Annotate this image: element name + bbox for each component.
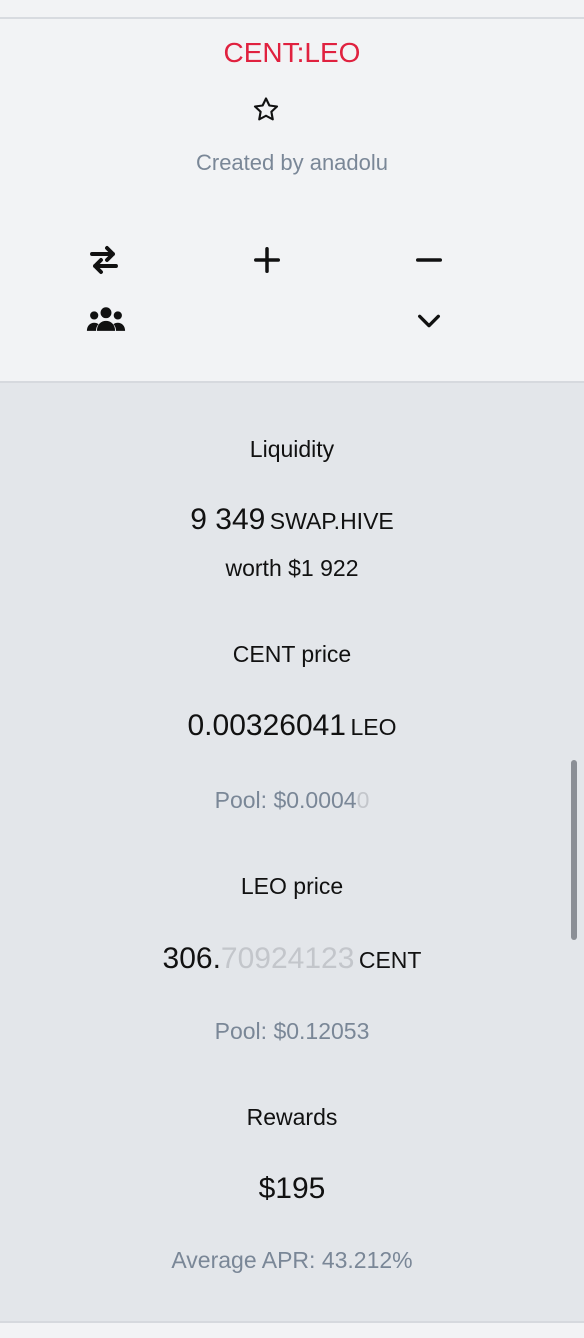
star-icon [253,97,279,121]
cent-price-unit: LEO [350,714,397,740]
cent-price-label: CENT price [232,641,352,667]
liquidity-amount: 9 349 [190,503,266,536]
users-icon [86,307,126,331]
liquidity-providers-button[interactable] [86,300,126,340]
cent-pool-price-text: Pool: $0.0004 [214,787,357,813]
rewards-value: $195 [258,1172,326,1205]
cent-price-value: 0.00326041 LEO [0,708,584,744]
cent-price-amount: 0.00326041 [187,709,347,742]
expand-button[interactable] [409,301,449,341]
leo-price-amount: 306. [162,942,221,975]
leo-price-unit: CENT [358,947,422,973]
swap-button[interactable] [84,240,124,280]
remove-liquidity-button[interactable] [409,240,449,280]
scrollbar-thumb[interactable] [571,760,577,940]
average-apr: Average APR: 43.212% [171,1247,413,1273]
liquidity-unit: SWAP.HIVE [269,508,394,534]
minus-icon [416,258,442,262]
rewards-label: Rewards [246,1104,338,1130]
plus-icon [254,247,280,273]
liquidity-label: Liquidity [249,436,335,462]
leo-price-amount-faded: 70924123 [220,942,355,975]
leo-price-label: LEO price [240,873,344,899]
liquidity-worth: worth $1 922 [225,555,359,581]
cent-pool-price: Pool: $0.00040 [0,786,584,814]
cent-pool-price-faded: 0 [356,787,370,813]
chevron-down-icon [418,314,440,328]
top-divider-strip [0,0,584,19]
bottom-divider-strip [0,1321,584,1338]
creator-text: Created by anadolu [195,150,389,175]
leo-price-value: 306.70924123 CENT [0,941,584,977]
liquidity-value: 9 349 SWAP.HIVE [0,502,584,538]
swap-arrows-icon [90,246,118,274]
favorite-button[interactable] [250,94,282,126]
pair-title[interactable]: CENT:LEO [0,36,584,70]
leo-pool-price: Pool: $0.12053 [214,1018,370,1044]
add-liquidity-button[interactable] [247,240,287,280]
